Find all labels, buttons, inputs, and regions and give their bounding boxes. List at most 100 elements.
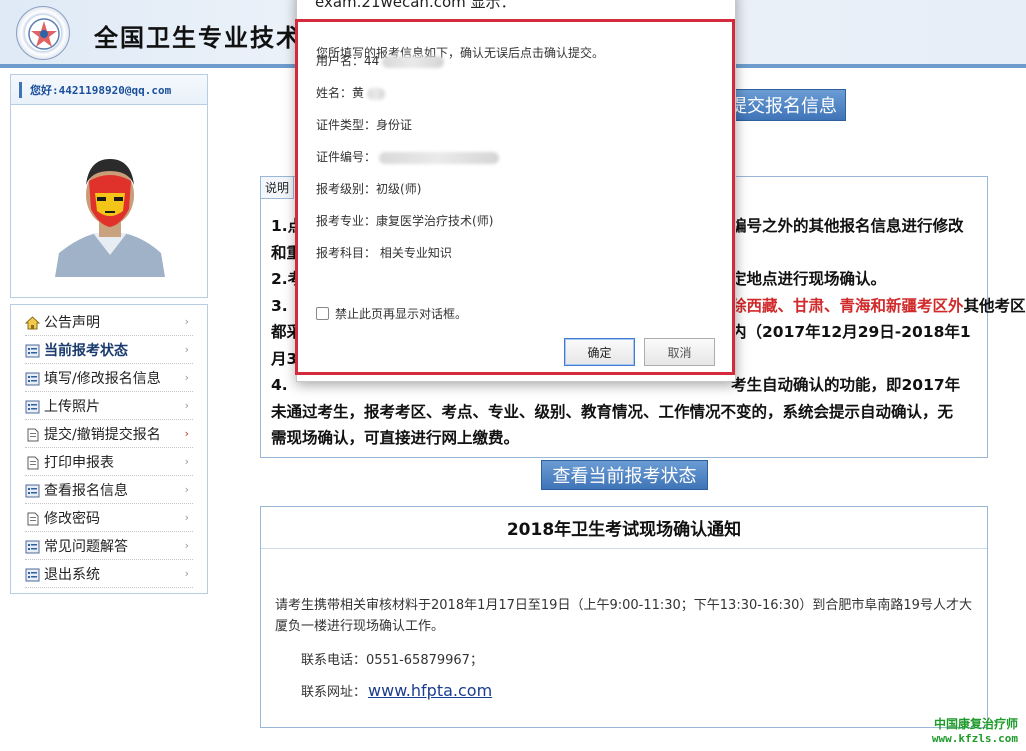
dialog-field-label: 报考级别： xyxy=(316,182,377,196)
instruction-line-text: 编号之外的其他报名信息进行修改 xyxy=(731,217,964,235)
confirm-submit-button[interactable]: 确认提交报名信息 xyxy=(724,89,846,121)
user-greeting: 您好:4421198920@qq.com xyxy=(30,83,172,97)
chevron-right-icon: › xyxy=(184,343,189,356)
dialog-field-value: 身份证 xyxy=(376,118,413,132)
suppress-dialog-checkbox[interactable]: 禁止此页再显示对话框。 xyxy=(316,305,467,322)
instruction-line-text: 定地点进行现场确认。 xyxy=(731,270,887,288)
confirm-dialog: exam.21wecan.com 显示： 您所填写的报考信息如下，确认无误后点击… xyxy=(295,0,736,382)
sidebar-item[interactable]: 修改密码 › xyxy=(25,504,193,532)
chevron-right-icon: › xyxy=(184,399,189,412)
sidebar-menu: 公告声明 › 当前报考状态 › 填写/修改报名信息 › 上传照片 › 提交/撤销提交报名 › 打印申… xyxy=(10,304,208,594)
dialog-field-value: 黄 xyxy=(352,86,365,100)
sidebar-item[interactable]: 当前报考状态 › xyxy=(25,336,193,364)
sidebar-item-label: 上传照片 xyxy=(44,398,100,415)
list-icon xyxy=(25,343,40,357)
chevron-right-icon: › xyxy=(184,427,189,440)
user-panel: 您好:4421198920@qq.com xyxy=(10,74,208,298)
instruction-line-text: 考生自动确认的功能，即2017年 xyxy=(731,376,961,394)
dialog-field: 报考专业：康复医学治疗技术(师) xyxy=(316,212,493,229)
confirmation-notice-panel: 2018年卫生考试现场确认通知 请考生携带相关审核材料于2018年1月17日至1… xyxy=(260,506,988,728)
list-icon xyxy=(25,567,40,581)
checkbox-box[interactable] xyxy=(316,307,329,320)
contact-website-label: 联系网址： xyxy=(301,685,367,700)
watermark-title: 中国康复治疗师 xyxy=(933,717,1018,731)
contact-phone: 联系电话：0551-65879967； xyxy=(301,653,483,668)
dialog-field-label: 证件编号： xyxy=(316,150,377,164)
dialog-field-value: 初级(师) xyxy=(376,182,422,196)
chevron-right-icon: › xyxy=(184,371,189,384)
list-icon xyxy=(25,371,40,385)
sidebar-item[interactable]: 查看报名信息 › xyxy=(25,476,193,504)
instruction-line-text: 需现场确认，可直接进行网上缴费。 xyxy=(271,429,520,447)
sidebar-item[interactable]: 填写/修改报名信息 › xyxy=(25,364,193,392)
list-icon xyxy=(25,483,40,497)
chevron-right-icon: › xyxy=(184,455,189,468)
house-icon xyxy=(24,315,41,329)
page: 全国卫生专业技术资格考试网上报名 您好:4421198920@qq.com xyxy=(0,0,1026,751)
dialog-field: 证件编号： xyxy=(316,148,500,165)
watermark: 中国康复治疗师 www.kfzls.com xyxy=(932,715,1018,745)
sidebar-item[interactable]: 退出系统 › xyxy=(25,560,193,588)
user-greeting-bar: 您好:4421198920@qq.com xyxy=(11,75,207,105)
dialog-field-label: 姓名： xyxy=(316,86,353,100)
chevron-right-icon: › xyxy=(184,483,189,496)
chevron-right-icon: › xyxy=(184,315,189,328)
dialog-field-value: 康复医学治疗技术(师) xyxy=(376,214,494,228)
sidebar-item-label: 常见问题解答 xyxy=(44,538,128,555)
sidebar-item-label: 修改密码 xyxy=(44,510,100,527)
sidebar-item-label: 公告声明 xyxy=(44,314,100,331)
chevron-right-icon: › xyxy=(184,567,189,580)
sidebar-item[interactable]: 打印申报表 › xyxy=(25,448,193,476)
sidebar-item-label: 查看报名信息 xyxy=(44,482,128,499)
cancel-button[interactable]: 取消 xyxy=(644,338,715,366)
sidebar-item[interactable]: 上传照片 › xyxy=(25,392,193,420)
user-photo xyxy=(49,151,171,277)
website-link[interactable]: www.hfpta.com xyxy=(368,681,492,700)
document-icon xyxy=(25,455,40,469)
dialog-field-label: 用户名： xyxy=(316,54,365,68)
chevron-right-icon: › xyxy=(184,511,189,524)
instruction-line: 需现场确认，可直接进行网上缴费。 xyxy=(271,425,983,452)
document-icon xyxy=(25,511,40,525)
redacted-value xyxy=(382,55,445,68)
emblem-icon xyxy=(28,18,60,50)
dialog-highlight-frame: 您所填写的报考信息如下，确认无误后点击确认提交。 用户名：44 姓名：黄 证件类型：… xyxy=(295,19,735,375)
greeting-marker xyxy=(19,81,22,98)
redacted-value xyxy=(379,151,500,164)
dialog-field-label: 报考专业： xyxy=(316,214,377,228)
avatar xyxy=(49,151,171,277)
dialog-field-value: 44 xyxy=(364,54,380,68)
list-icon xyxy=(25,539,40,553)
contact-website: 联系网址： www.hfpta.com xyxy=(301,681,492,700)
site-logo xyxy=(16,6,70,60)
dialog-field: 用户名：44 xyxy=(316,52,445,69)
document-icon xyxy=(25,427,40,441)
sidebar-item-label: 当前报考状态 xyxy=(44,342,128,359)
chevron-right-icon: › xyxy=(184,539,189,552)
dialog-field: 证件类型：身份证 xyxy=(316,116,412,133)
instruction-highlight: 除西藏、甘肃、青海和新疆考区外 xyxy=(731,296,964,315)
sidebar-item[interactable]: 提交/撤销提交报名 › xyxy=(25,420,193,448)
instruction-line-text: 其他考区 xyxy=(963,296,1026,315)
watermark-url: www.kfzls.com xyxy=(931,732,1018,745)
sidebar-item-label: 填写/修改报名信息 xyxy=(44,370,161,387)
sidebar-item-label: 打印申报表 xyxy=(44,454,114,471)
sidebar-item[interactable]: 公告声明 › xyxy=(24,308,193,336)
instructions-tab[interactable]: 说明 xyxy=(261,177,295,199)
list-icon xyxy=(25,399,40,413)
checkbox-label: 禁止此页再显示对话框。 xyxy=(335,307,468,321)
confirmation-notice-title: 2018年卫生考试现场确认通知 xyxy=(261,507,987,549)
dialog-title: exam.21wecan.com 显示： xyxy=(315,0,516,11)
instruction-line-text: 未通过考生，报考考区、考点、专业、级别、教育情况、工作情况不变的，系统会提示自动… xyxy=(271,402,954,421)
dialog-field: 报考级别：初级(师) xyxy=(316,180,421,197)
ok-button[interactable]: 确定 xyxy=(564,338,635,366)
instruction-line-text: 内（2017年12月29日-2018年1 xyxy=(731,323,971,341)
dialog-field-value: 相关专业知识 xyxy=(376,246,452,260)
confirmation-notice-body: 请考生携带相关审核材料于2018年1月17日至19日（上午9:00-11:30；… xyxy=(275,598,972,634)
sidebar-item[interactable]: 常见问题解答 › xyxy=(25,532,193,560)
dialog-field: 姓名：黄 xyxy=(316,84,386,101)
dialog-field-label: 报考科目： xyxy=(316,246,377,260)
view-status-button[interactable]: 查看当前报考状态 xyxy=(541,460,708,490)
instruction-line: 未通过考生，报考考区、考点、专业、级别、教育情况、工作情况不变的，系统会提示自动… xyxy=(271,399,983,426)
dialog-field-label: 证件类型： xyxy=(316,118,377,132)
